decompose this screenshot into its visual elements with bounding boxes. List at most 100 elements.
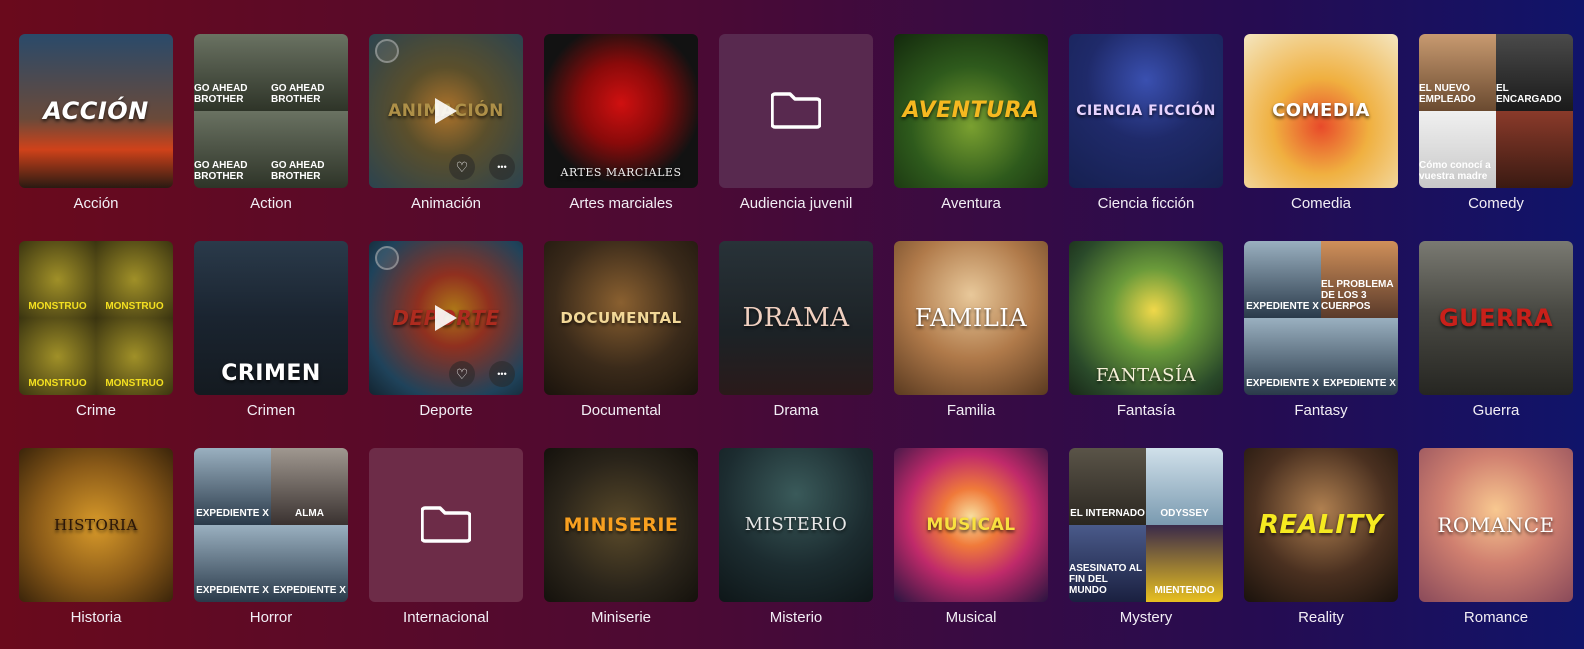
genre-card[interactable]: CIENCIA FICCIÓN Ciencia ficción <box>1069 34 1223 212</box>
heart-icon[interactable]: ♡ <box>449 361 475 387</box>
genre-card[interactable]: EL NUEVO EMPLEADO EL ENCARGADO Cómo conocí… <box>1419 34 1573 212</box>
genre-card[interactable]: FANTASÍA Fantasía <box>1069 241 1223 419</box>
select-checkbox[interactable] <box>375 39 399 63</box>
genre-label[interactable]: Guerra <box>1473 402 1520 419</box>
collage-poster: Cómo conocí a vuestra madre <box>1419 111 1496 188</box>
genre-label[interactable]: Internacional <box>403 609 489 626</box>
genre-thumbnail[interactable]: AVENTURA <box>894 34 1048 188</box>
genre-thumbnail[interactable]: ARTES MARCIALES <box>544 34 698 188</box>
genre-label[interactable]: Romance <box>1464 609 1528 626</box>
collage-poster: EXPEDIENTE X <box>1321 318 1398 395</box>
genre-card[interactable]: MONSTRUO MONSTRUO MONSTRUO MONSTRUO Crime <box>19 241 173 419</box>
genre-card[interactable]: Audiencia juvenil <box>719 34 873 212</box>
genre-label[interactable]: Animación <box>411 195 481 212</box>
genre-card[interactable]: FAMILIA Familia <box>894 241 1048 419</box>
heart-icon[interactable]: ♡ <box>449 154 475 180</box>
genre-thumbnail[interactable]: GO AHEAD BROTHER GO AHEAD BROTHER GO AHEAD… <box>194 34 348 188</box>
collage-poster: ODYSSEY <box>1146 448 1223 525</box>
play-icon[interactable] <box>435 98 457 124</box>
genre-thumbnail[interactable]: CRIMEN <box>194 241 348 395</box>
genre-card[interactable]: HISTORIA Historia <box>19 448 173 626</box>
genre-label[interactable]: Documental <box>581 402 661 419</box>
more-icon[interactable]: ••• <box>489 361 515 387</box>
genre-label[interactable]: Mystery <box>1120 609 1173 626</box>
genre-card[interactable]: REALITY Reality <box>1244 448 1398 626</box>
genre-thumbnail[interactable]: DOCUMENTAL <box>544 241 698 395</box>
genre-card[interactable]: MUSICAL Musical <box>894 448 1048 626</box>
genre-artwork-title: AVENTURA <box>902 98 1040 123</box>
genre-thumbnail[interactable]: FAMILIA <box>894 241 1048 395</box>
genre-label[interactable]: Historia <box>71 609 122 626</box>
genre-thumbnail[interactable]: EL INTERNADO ODYSSEY ASESINATO AL FIN DEL … <box>1069 448 1223 602</box>
select-checkbox[interactable] <box>375 246 399 270</box>
genre-label[interactable]: Comedia <box>1291 195 1351 212</box>
genre-label[interactable]: Musical <box>946 609 997 626</box>
genre-label[interactable]: Familia <box>947 402 995 419</box>
genre-card[interactable]: ARTES MARCIALES Artes marciales <box>544 34 698 212</box>
genre-thumbnail[interactable]: MINISERIE <box>544 448 698 602</box>
genre-card[interactable]: ROMANCE Romance <box>1419 448 1573 626</box>
genre-card[interactable]: CRIMEN Crimen <box>194 241 348 419</box>
genre-thumbnail[interactable]: DEPORTE ♡ ••• <box>369 241 523 395</box>
genre-card[interactable]: GO AHEAD BROTHER GO AHEAD BROTHER GO AHEAD… <box>194 34 348 212</box>
genre-label[interactable]: Deporte <box>419 402 472 419</box>
genre-card[interactable]: DOCUMENTAL Documental <box>544 241 698 419</box>
genre-label[interactable]: Drama <box>773 402 818 419</box>
genre-card[interactable]: AVENTURA Aventura <box>894 34 1048 212</box>
genre-label[interactable]: Artes marciales <box>569 195 672 212</box>
genre-thumbnail[interactable]: ANIMACIÓN ♡ ••• <box>369 34 523 188</box>
genre-label[interactable]: Ciencia ficción <box>1098 195 1195 212</box>
genre-thumbnail[interactable]: DRAMA <box>719 241 873 395</box>
genre-card[interactable]: GUERRA Guerra <box>1419 241 1573 419</box>
genre-card[interactable]: EXPEDIENTE X EL PROBLEMA DE LOS 3 CUERPOS… <box>1244 241 1398 419</box>
genre-label[interactable]: Aventura <box>941 195 1001 212</box>
genre-thumbnail[interactable]: ACCIÓN <box>19 34 173 188</box>
genre-card[interactable]: EXPEDIENTE X ALMA EXPEDIENTE X EXPEDIENTE X… <box>194 448 348 626</box>
genre-label[interactable]: Crimen <box>247 402 295 419</box>
genre-thumbnail[interactable]: EXPEDIENTE X EL PROBLEMA DE LOS 3 CUERPOS… <box>1244 241 1398 395</box>
genre-label[interactable]: Fantasía <box>1117 402 1175 419</box>
poster-collage: EXPEDIENTE X ALMA EXPEDIENTE X EXPEDIENTE X <box>194 448 348 602</box>
genre-thumbnail[interactable] <box>369 448 523 602</box>
genre-label[interactable]: Comedy <box>1468 195 1524 212</box>
genre-card[interactable]: ANIMACIÓN ♡ ••• Animación <box>369 34 523 212</box>
collage-poster: EL NUEVO EMPLEADO <box>1419 34 1496 111</box>
genre-thumbnail[interactable]: FANTASÍA <box>1069 241 1223 395</box>
genre-card[interactable]: MINISERIE Miniserie <box>544 448 698 626</box>
genre-label[interactable]: Misterio <box>770 609 823 626</box>
genre-artwork-title: DRAMA <box>742 303 850 333</box>
genre-label[interactable]: Fantasy <box>1294 402 1347 419</box>
genre-card[interactable]: EL INTERNADO ODYSSEY ASESINATO AL FIN DEL … <box>1069 448 1223 626</box>
play-icon[interactable] <box>435 305 457 331</box>
genre-artwork-title: GUERRA <box>1438 304 1554 332</box>
genre-thumbnail[interactable]: REALITY <box>1244 448 1398 602</box>
genre-label[interactable]: Acción <box>73 195 118 212</box>
genre-thumbnail[interactable]: GUERRA <box>1419 241 1573 395</box>
genre-label[interactable]: Action <box>250 195 292 212</box>
poster-collage: EL NUEVO EMPLEADO EL ENCARGADO Cómo conocí… <box>1419 34 1573 188</box>
genre-card[interactable]: Internacional <box>369 448 523 626</box>
genre-card[interactable]: DRAMA Drama <box>719 241 873 419</box>
genre-label[interactable]: Reality <box>1298 609 1344 626</box>
genre-thumbnail[interactable]: EL NUEVO EMPLEADO EL ENCARGADO Cómo conocí… <box>1419 34 1573 188</box>
genre-thumbnail[interactable]: EXPEDIENTE X ALMA EXPEDIENTE X EXPEDIENTE X <box>194 448 348 602</box>
genre-thumbnail[interactable]: MUSICAL <box>894 448 1048 602</box>
genre-thumbnail[interactable]: ROMANCE <box>1419 448 1573 602</box>
genre-thumbnail[interactable]: COMEDIA <box>1244 34 1398 188</box>
genre-card[interactable]: ACCIÓN Acción <box>19 34 173 212</box>
genre-thumbnail[interactable]: MISTERIO <box>719 448 873 602</box>
collage-poster: MIENTENDO <box>1146 525 1223 602</box>
genre-card[interactable]: MISTERIO Misterio <box>719 448 873 626</box>
genre-thumbnail[interactable]: HISTORIA <box>19 448 173 602</box>
genre-card[interactable]: DEPORTE ♡ ••• Deporte <box>369 241 523 419</box>
more-icon[interactable]: ••• <box>489 154 515 180</box>
folder-icon <box>770 88 822 135</box>
genre-card[interactable]: COMEDIA Comedia <box>1244 34 1398 212</box>
genre-thumbnail[interactable] <box>719 34 873 188</box>
genre-thumbnail[interactable]: MONSTRUO MONSTRUO MONSTRUO MONSTRUO <box>19 241 173 395</box>
genre-label[interactable]: Horror <box>250 609 293 626</box>
genre-label[interactable]: Crime <box>76 402 116 419</box>
genre-thumbnail[interactable]: CIENCIA FICCIÓN <box>1069 34 1223 188</box>
genre-label[interactable]: Audiencia juvenil <box>740 195 853 212</box>
genre-label[interactable]: Miniserie <box>591 609 651 626</box>
